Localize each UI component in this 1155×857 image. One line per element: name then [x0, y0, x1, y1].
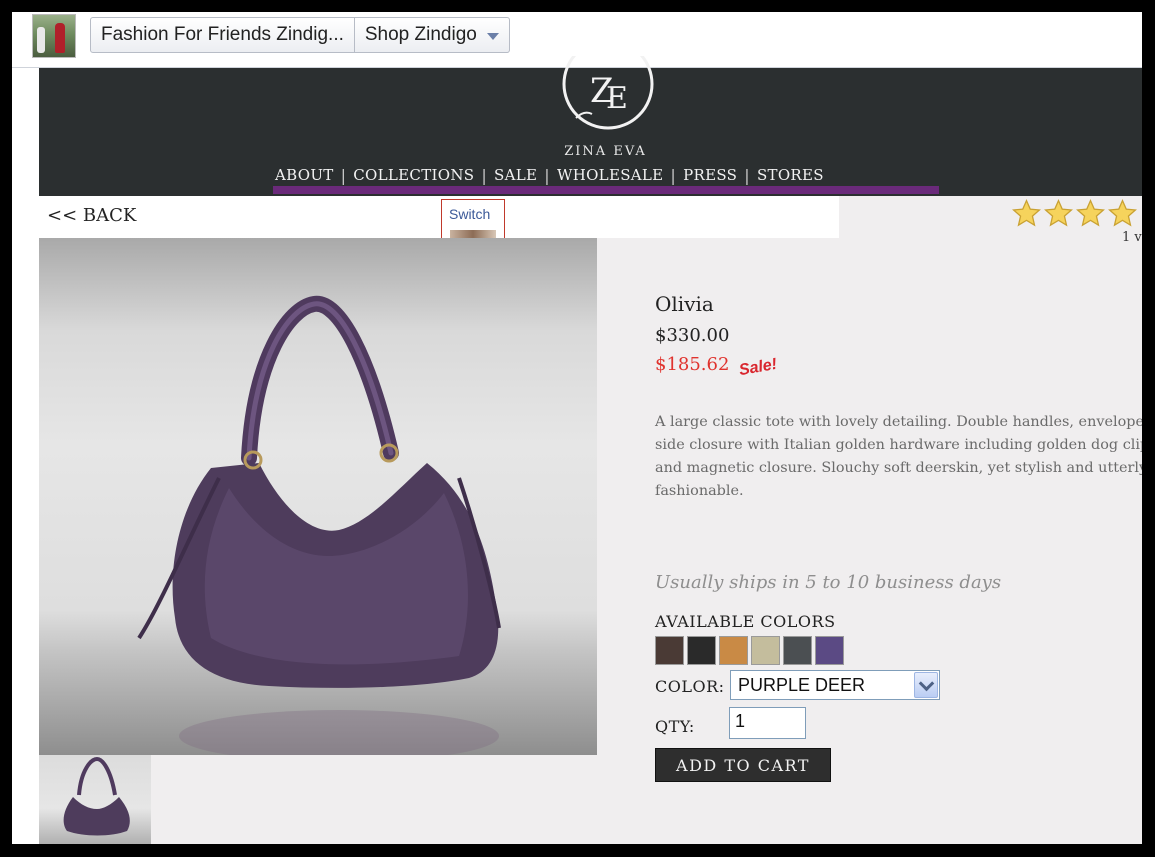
site-nav: ABOUT | COLLECTIONS | SALE | WHOLESALE |…	[275, 166, 824, 185]
product-name: Olivia	[655, 292, 714, 316]
color-select[interactable]: PURPLE DEER	[730, 670, 940, 700]
page-tab-group: Fashion For Friends Zindig... Shop Zindi…	[90, 17, 510, 53]
rating-stars[interactable]	[1011, 198, 1138, 229]
product-description: A large classic tote with lovely detaili…	[655, 414, 1142, 499]
sale-price: $185.62	[655, 354, 730, 375]
color-swatch-purple[interactable]	[815, 636, 844, 665]
nav-collections[interactable]: COLLECTIONS	[353, 166, 474, 185]
color-select-value: PURPLE DEER	[738, 675, 866, 695]
nav-about[interactable]: ABOUT	[275, 166, 334, 185]
star-icon	[1044, 198, 1073, 227]
product-info: Olivia $330.00 $185.62 Sale! A large cla…	[655, 292, 1142, 503]
original-price: $330.00	[655, 325, 730, 346]
color-swatch-beige[interactable]	[751, 636, 780, 665]
star-icon	[1108, 198, 1137, 227]
tab-shop-label: Shop Zindigo	[364, 24, 477, 45]
nav-underline	[273, 186, 939, 194]
qty-input[interactable]: 1	[729, 707, 806, 739]
dropdown-caret-icon	[486, 32, 499, 40]
nav-stores[interactable]: STORES	[757, 166, 824, 185]
color-swatch-black[interactable]	[687, 636, 716, 665]
nav-wholesale[interactable]: WHOLESALE	[557, 166, 663, 185]
star-icon	[1012, 198, 1041, 227]
switch-widget[interactable]: Switch	[441, 199, 505, 239]
product-page: << BACK Switch 1 v Olivia $330.00 $185.6…	[39, 196, 1142, 844]
tab-shop-zindigo[interactable]: Shop Zindigo	[355, 18, 509, 52]
svg-text:E: E	[606, 81, 628, 116]
color-swatch-grey[interactable]	[783, 636, 812, 665]
add-to-cart-button[interactable]: ADD TO CART	[655, 748, 831, 782]
chevron-down-icon[interactable]	[914, 672, 938, 698]
sale-row: $185.62 Sale!	[655, 354, 1142, 379]
zina-eva-logo[interactable]: Z E	[560, 56, 656, 136]
handbag-thumbnail-image	[63, 756, 130, 836]
handbag-image	[137, 295, 501, 755]
qty-label: QTY:	[655, 717, 695, 736]
star-icon	[1076, 198, 1105, 227]
page-avatar[interactable]	[32, 14, 76, 58]
top-strip	[39, 196, 839, 238]
sale-badge: Sale!	[738, 355, 779, 380]
back-link[interactable]: << BACK	[47, 205, 136, 226]
browser-frame: Fashion For Friends Zindig... Shop Zindi…	[12, 12, 1142, 844]
product-main-image[interactable]	[39, 238, 597, 755]
available-colors-heading: AVAILABLE COLORS	[655, 612, 836, 631]
color-label: COLOR:	[655, 677, 725, 696]
vote-count: 1 v	[1122, 230, 1142, 245]
site-header: Z E ZINA EVA ABOUT | COLLECTIONS | SALE …	[39, 56, 1142, 196]
tab-page-name[interactable]: Fashion For Friends Zindig...	[91, 18, 355, 52]
shipping-note: Usually ships in 5 to 10 business days	[655, 572, 1002, 593]
nav-press[interactable]: PRESS	[683, 166, 737, 185]
nav-sale[interactable]: SALE	[494, 166, 537, 185]
color-swatches	[655, 636, 844, 665]
product-thumbnail[interactable]	[39, 755, 151, 844]
color-swatch-brown[interactable]	[655, 636, 684, 665]
brand-name: ZINA EVA	[564, 144, 647, 159]
switch-label: Switch	[449, 206, 491, 222]
color-swatch-tan[interactable]	[719, 636, 748, 665]
